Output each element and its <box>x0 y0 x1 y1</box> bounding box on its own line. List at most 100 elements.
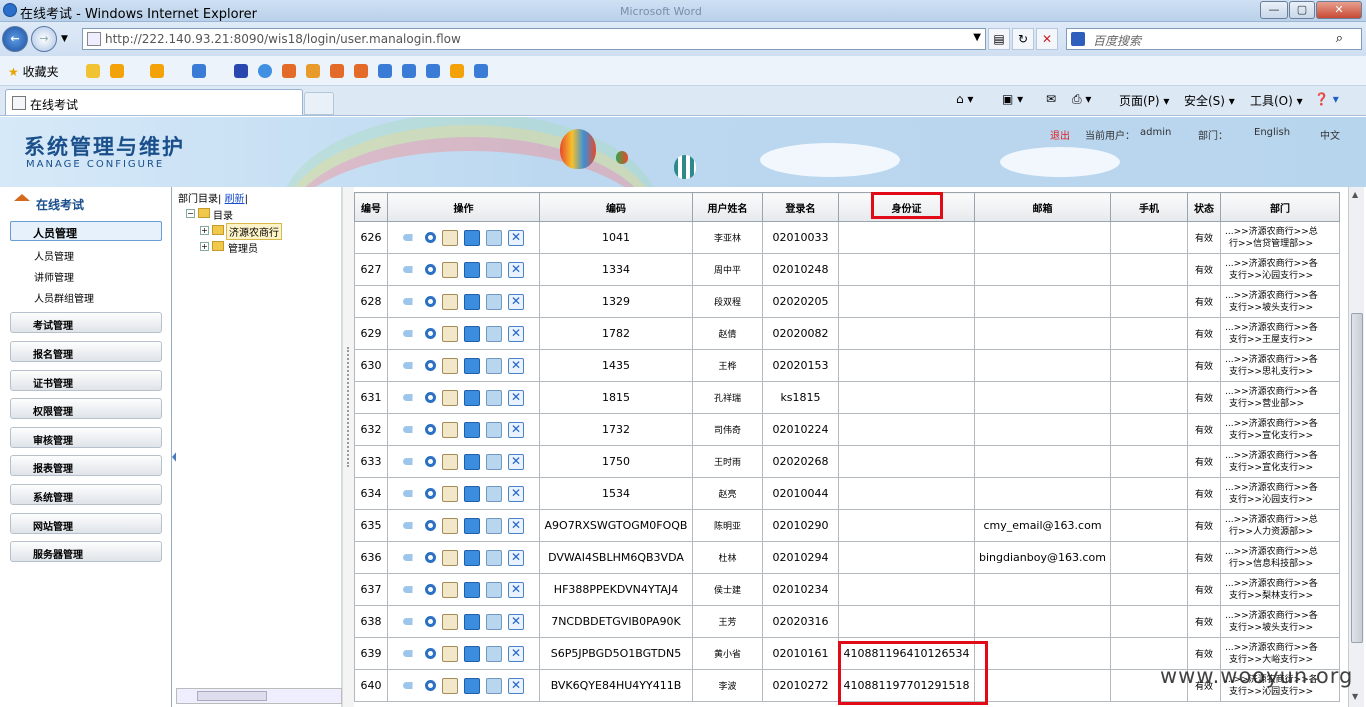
nav-item-user-management[interactable]: 人员管理 <box>10 221 162 241</box>
copy-icon[interactable] <box>464 325 480 342</box>
forward-button[interactable]: → <box>31 26 57 52</box>
calendar-icon[interactable] <box>486 677 502 694</box>
mail-icon[interactable]: ✉ <box>1046 92 1056 106</box>
password-key-icon[interactable] <box>403 266 419 273</box>
copy-icon[interactable] <box>464 389 480 406</box>
delete-icon[interactable]: ✕ <box>508 325 524 342</box>
edit-icon[interactable] <box>442 357 458 374</box>
calendar-icon[interactable] <box>486 581 502 598</box>
close-window-button[interactable]: ✕ <box>1316 1 1362 19</box>
password-key-icon[interactable] <box>403 362 419 369</box>
table-row[interactable]: 634 ✕ 1534 赵亮 02010044 有效 ...>>济源农商行>>各 支行>>沁园支… <box>354 477 1340 510</box>
calendar-icon[interactable] <box>486 517 502 534</box>
help-icon[interactable]: ❓ ▾ <box>1314 92 1339 106</box>
compatibility-icon[interactable]: ▤ <box>988 28 1010 50</box>
col-header-email[interactable]: 邮箱 <box>974 192 1111 222</box>
nav-group-permission[interactable]: 权限管理 <box>10 398 162 419</box>
edit-icon[interactable] <box>442 517 458 534</box>
ie-link-icon[interactable] <box>378 64 392 78</box>
scroll-up-icon[interactable]: ▲ <box>1352 190 1358 199</box>
site-link-icon[interactable] <box>258 64 272 78</box>
delete-icon[interactable]: ✕ <box>508 293 524 310</box>
site-link-icon[interactable] <box>282 64 296 78</box>
copy-icon[interactable] <box>464 677 480 694</box>
password-key-icon[interactable] <box>403 522 419 529</box>
delete-icon[interactable]: ✕ <box>508 389 524 406</box>
copy-icon[interactable] <box>464 357 480 374</box>
copy-icon[interactable] <box>464 645 480 662</box>
tab-current[interactable]: 在线考试 <box>5 89 303 115</box>
lang-chinese-link[interactable]: 中文 <box>1320 127 1340 142</box>
address-field[interactable]: http://222.140.93.21:8090/wis18/login/us… <box>82 28 986 50</box>
page-menu[interactable]: 页面(P) ▾ <box>1119 92 1169 109</box>
calendar-icon[interactable] <box>486 613 502 630</box>
edit-icon[interactable] <box>442 389 458 406</box>
copy-icon[interactable] <box>464 613 480 630</box>
maximize-button[interactable]: ▢ <box>1289 1 1315 19</box>
table-row[interactable]: 627 ✕ 1334 周中平 02010248 有效 ...>>济源农商行>>各 支行>>沁园… <box>354 253 1340 286</box>
delete-icon[interactable]: ✕ <box>508 549 524 566</box>
col-header-name[interactable]: 用户姓名 <box>692 192 763 222</box>
nav-subitem-users[interactable]: 人员管理 <box>34 248 74 263</box>
copy-icon[interactable] <box>464 421 480 438</box>
table-row[interactable]: 637 ✕ HF388PPEKDVN4YTAJ4 侯士建 02010234 有效 ...>>… <box>354 573 1340 606</box>
ie-link-icon[interactable] <box>474 64 488 78</box>
ie-link-icon[interactable] <box>426 64 440 78</box>
password-key-icon[interactable] <box>403 234 419 241</box>
nav-group-exam[interactable]: 考试管理 <box>10 312 162 333</box>
bing-icon[interactable] <box>150 64 164 78</box>
table-row[interactable]: 626 ✕ 1041 李亚林 02010033 有效 ...>>济源农商行>>总 行>>信贷管… <box>354 221 1340 254</box>
edit-icon[interactable] <box>442 325 458 342</box>
view-icon[interactable] <box>425 264 436 275</box>
delete-icon[interactable]: ✕ <box>508 581 524 598</box>
view-icon[interactable] <box>425 424 436 435</box>
col-header-status[interactable]: 状态 <box>1187 192 1221 222</box>
bing-icon[interactable] <box>110 64 124 78</box>
calendar-icon[interactable] <box>486 229 502 246</box>
col-header-dept[interactable]: 部门 <box>1220 192 1340 222</box>
calendar-icon[interactable] <box>486 453 502 470</box>
nav-group-system[interactable]: 系统管理 <box>10 484 162 505</box>
scroll-thumb[interactable] <box>197 691 267 701</box>
add-favorite-icon[interactable] <box>86 64 100 78</box>
edit-icon[interactable] <box>442 613 458 630</box>
home-icon[interactable]: ⌂ ▾ <box>956 92 973 106</box>
delete-icon[interactable]: ✕ <box>508 677 524 694</box>
refresh-icon[interactable]: ↻ <box>1012 28 1034 50</box>
edit-icon[interactable] <box>442 549 458 566</box>
copy-icon[interactable] <box>464 261 480 278</box>
table-row[interactable]: 632 ✕ 1732 司伟奇 02010224 有效 ...>>济源农商行>>各 支行>>宣化… <box>354 413 1340 446</box>
ie-link-icon[interactable] <box>402 64 416 78</box>
table-row[interactable]: 631 ✕ 1815 孔祥瑞 ks1815 有效 ...>>济源农商行>>各 支行>>营业部>… <box>354 381 1340 414</box>
edit-icon[interactable] <box>442 677 458 694</box>
delete-icon[interactable]: ✕ <box>508 485 524 502</box>
view-icon[interactable] <box>425 360 436 371</box>
nav-group-certificate[interactable]: 证书管理 <box>10 370 162 391</box>
password-key-icon[interactable] <box>403 298 419 305</box>
edit-icon[interactable] <box>442 485 458 502</box>
copy-icon[interactable] <box>464 293 480 310</box>
view-icon[interactable] <box>425 616 436 627</box>
password-key-icon[interactable] <box>403 490 419 497</box>
delete-icon[interactable]: ✕ <box>508 645 524 662</box>
table-row[interactable]: 633 ✕ 1750 王时雨 02020268 有效 ...>>济源农商行>>各 支行>>宣化… <box>354 445 1340 478</box>
view-icon[interactable] <box>425 648 436 659</box>
calendar-icon[interactable] <box>486 357 502 374</box>
password-key-icon[interactable] <box>403 650 419 657</box>
nav-group-registration[interactable]: 报名管理 <box>10 341 162 362</box>
edit-icon[interactable] <box>442 293 458 310</box>
delete-icon[interactable]: ✕ <box>508 453 524 470</box>
view-icon[interactable] <box>425 392 436 403</box>
view-icon[interactable] <box>425 328 436 339</box>
copy-icon[interactable] <box>464 581 480 598</box>
table-row[interactable]: 635 ✕ A9O7RXSWGTOGM0FOQB 陈明亚 02010290 cmy_ema… <box>354 509 1340 542</box>
tree-expand-icon[interactable]: + <box>200 226 209 235</box>
edit-icon[interactable] <box>442 261 458 278</box>
password-key-icon[interactable] <box>403 682 419 689</box>
tools-menu[interactable]: 工具(O) ▾ <box>1250 92 1303 109</box>
bing-icon[interactable] <box>450 64 464 78</box>
tree-expand-icon[interactable]: + <box>200 242 209 251</box>
calendar-icon[interactable] <box>486 485 502 502</box>
view-icon[interactable] <box>425 552 436 563</box>
password-key-icon[interactable] <box>403 458 419 465</box>
